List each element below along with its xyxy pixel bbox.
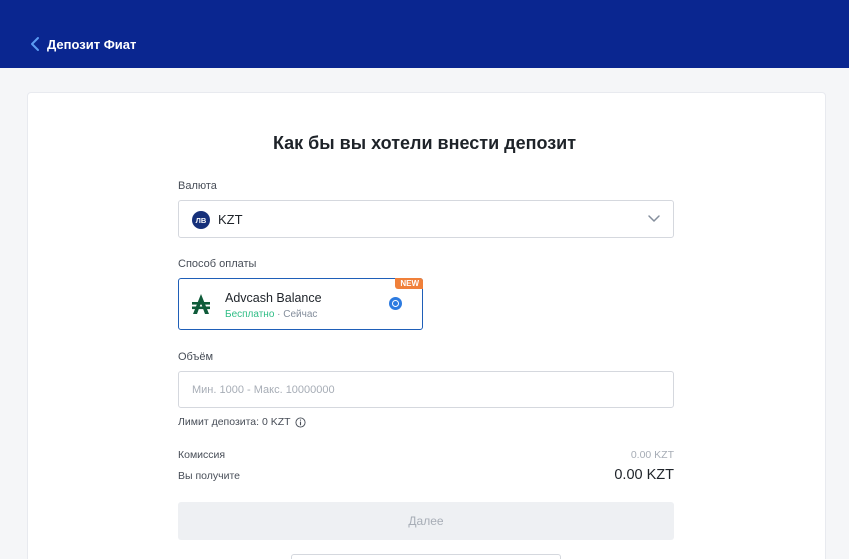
amount-input[interactable] xyxy=(178,371,674,408)
currency-label: Валюта xyxy=(178,180,217,192)
payment-method-name: Advcash Balance xyxy=(225,291,322,305)
info-icon[interactable] xyxy=(295,416,306,428)
payment-method-option[interactable]: Advcash Balance Бесплатно · Сейчас NEW xyxy=(178,278,423,330)
amount-label: Объём xyxy=(178,351,214,363)
currency-select[interactable]: ЛВ KZT xyxy=(178,200,674,238)
payment-method-details: Бесплатно · Сейчас xyxy=(225,309,317,320)
chevron-left-icon xyxy=(31,37,39,51)
currency-value: KZT xyxy=(218,212,243,227)
payment-method-label: Способ оплаты xyxy=(178,258,257,270)
selected-radio[interactable] xyxy=(389,297,402,310)
back-button[interactable]: Депозит Фиат xyxy=(30,36,136,52)
new-badge: NEW xyxy=(395,278,423,289)
receive-label: Вы получите xyxy=(178,470,241,482)
page-title: Депозит Фиат xyxy=(47,36,137,52)
advcash-logo-icon xyxy=(192,294,210,314)
top-header: Депозит Фиат xyxy=(0,0,849,68)
chevron-down-icon xyxy=(648,215,660,222)
fee-text: Бесплатно xyxy=(225,309,275,320)
form-heading: Как бы вы хотели внести депозит xyxy=(272,133,577,153)
deposit-card xyxy=(27,92,826,559)
secondary-element xyxy=(291,554,561,559)
commission-label: Комиссия xyxy=(178,449,226,461)
currency-icon: ЛВ xyxy=(192,211,210,229)
deposit-limit: Лимит депозита: 0 KZT xyxy=(178,416,306,428)
next-button[interactable]: Далее xyxy=(178,502,674,540)
receive-value: 0.00 KZT xyxy=(614,467,674,483)
processing-time-text: · Сейчас xyxy=(274,309,318,320)
deposit-limit-text: Лимит депозита: 0 KZT xyxy=(178,416,291,428)
commission-value: 0.00 KZT xyxy=(630,449,674,461)
